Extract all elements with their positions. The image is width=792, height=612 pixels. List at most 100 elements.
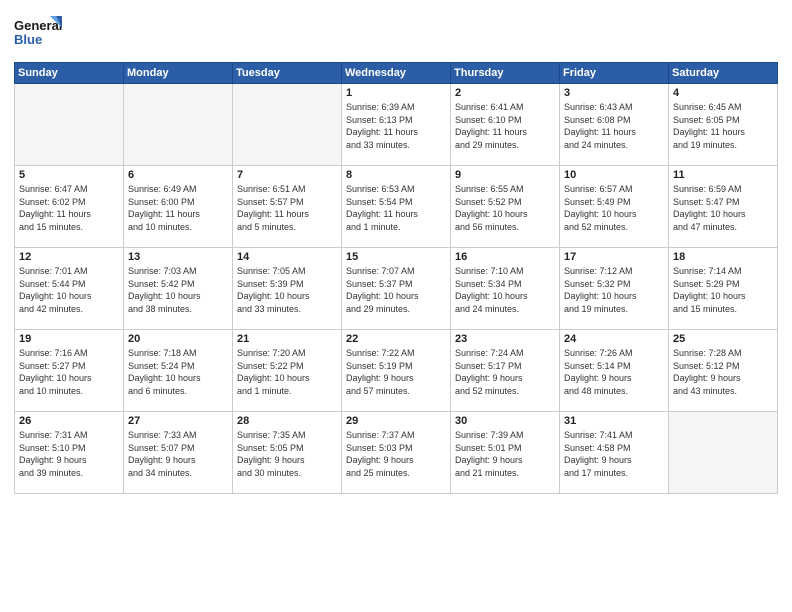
calendar-cell: 9Sunrise: 6:55 AM Sunset: 5:52 PM Daylig… [451, 166, 560, 248]
day-info: Sunrise: 7:41 AM Sunset: 4:58 PM Dayligh… [564, 429, 664, 479]
calendar-cell: 15Sunrise: 7:07 AM Sunset: 5:37 PM Dayli… [342, 248, 451, 330]
day-info: Sunrise: 6:43 AM Sunset: 6:08 PM Dayligh… [564, 101, 664, 151]
day-number: 6 [128, 169, 228, 181]
weekday-header-sunday: Sunday [15, 63, 124, 84]
day-number: 2 [455, 87, 555, 99]
day-number: 30 [455, 415, 555, 427]
weekday-header-thursday: Thursday [451, 63, 560, 84]
day-number: 19 [19, 333, 119, 345]
logo-svg: GeneralBlue [14, 14, 64, 54]
calendar-cell: 29 Sunrise: 7:37 AM Sunset: 5:03 PM Dayli… [342, 412, 451, 494]
week-row-4: 19 Sunrise: 7:16 AM Sunset: 5:27 PM Dayli… [15, 330, 778, 412]
calendar-cell [669, 412, 778, 494]
calendar-cell: 17 Sunrise: 7:12 AM Sunset: 5:32 PM Dayli… [560, 248, 669, 330]
day-number: 8 [346, 169, 446, 181]
calendar-cell: 26Sunrise: 7:31 AM Sunset: 5:10 PM Dayli… [15, 412, 124, 494]
day-number: 4 [673, 87, 773, 99]
calendar-cell: 7 Sunrise: 6:51 AM Sunset: 5:57 PM Daylig… [233, 166, 342, 248]
day-info: Sunrise: 7:35 AM Sunset: 5:05 PM Dayligh… [237, 429, 337, 479]
calendar-cell: 18 Sunrise: 7:14 AM Sunset: 5:29 PM Dayli… [669, 248, 778, 330]
calendar-table: SundayMondayTuesdayWednesdayThursdayFrid… [14, 62, 778, 494]
header: GeneralBlue [14, 10, 778, 54]
calendar-cell: 16 Sunrise: 7:10 AM Sunset: 5:34 PM Dayli… [451, 248, 560, 330]
day-number: 29 [346, 415, 446, 427]
calendar-cell: 1Sunrise: 6:39 AM Sunset: 6:13 PM Daylig… [342, 84, 451, 166]
day-number: 11 [673, 169, 773, 181]
day-number: 7 [237, 169, 337, 181]
day-number: 1 [346, 87, 446, 99]
day-number: 14 [237, 251, 337, 263]
day-number: 17 [564, 251, 664, 263]
day-number: 27 [128, 415, 228, 427]
day-info: Sunrise: 7:26 AM Sunset: 5:14 PM Dayligh… [564, 347, 664, 397]
day-info: Sunrise: 6:53 AM Sunset: 5:54 PM Dayligh… [346, 183, 446, 233]
calendar-cell [124, 84, 233, 166]
day-info: Sunrise: 7:16 AM Sunset: 5:27 PM Dayligh… [19, 347, 119, 397]
day-info: Sunrise: 7:20 AM Sunset: 5:22 PM Dayligh… [237, 347, 337, 397]
calendar-cell: 10 Sunrise: 6:57 AM Sunset: 5:49 PM Dayli… [560, 166, 669, 248]
calendar-cell: 6 Sunrise: 6:49 AM Sunset: 6:00 PM Daylig… [124, 166, 233, 248]
day-number: 5 [19, 169, 119, 181]
calendar-cell: 24Sunrise: 7:26 AM Sunset: 5:14 PM Dayli… [560, 330, 669, 412]
calendar-cell: 22Sunrise: 7:22 AM Sunset: 5:19 PM Dayli… [342, 330, 451, 412]
calendar-cell: 20 Sunrise: 7:18 AM Sunset: 5:24 PM Dayli… [124, 330, 233, 412]
weekday-header-row: SundayMondayTuesdayWednesdayThursdayFrid… [15, 63, 778, 84]
day-info: Sunrise: 6:59 AM Sunset: 5:47 PM Dayligh… [673, 183, 773, 233]
day-info: Sunrise: 7:33 AM Sunset: 5:07 PM Dayligh… [128, 429, 228, 479]
weekday-header-wednesday: Wednesday [342, 63, 451, 84]
calendar-cell: 21 Sunrise: 7:20 AM Sunset: 5:22 PM Dayli… [233, 330, 342, 412]
day-number: 9 [455, 169, 555, 181]
day-info: Sunrise: 7:12 AM Sunset: 5:32 PM Dayligh… [564, 265, 664, 315]
calendar-cell [233, 84, 342, 166]
day-info: Sunrise: 7:31 AM Sunset: 5:10 PM Dayligh… [19, 429, 119, 479]
calendar-cell: 4Sunrise: 6:45 AM Sunset: 6:05 PM Daylig… [669, 84, 778, 166]
calendar-cell: 27 Sunrise: 7:33 AM Sunset: 5:07 PM Dayli… [124, 412, 233, 494]
day-number: 18 [673, 251, 773, 263]
weekday-header-monday: Monday [124, 63, 233, 84]
day-info: Sunrise: 7:37 AM Sunset: 5:03 PM Dayligh… [346, 429, 446, 479]
day-number: 16 [455, 251, 555, 263]
day-number: 31 [564, 415, 664, 427]
day-info: Sunrise: 7:28 AM Sunset: 5:12 PM Dayligh… [673, 347, 773, 397]
day-number: 10 [564, 169, 664, 181]
day-info: Sunrise: 6:41 AM Sunset: 6:10 PM Dayligh… [455, 101, 555, 151]
day-info: Sunrise: 6:47 AM Sunset: 6:02 PM Dayligh… [19, 183, 119, 233]
calendar-cell: 28Sunrise: 7:35 AM Sunset: 5:05 PM Dayli… [233, 412, 342, 494]
calendar-cell: 3 Sunrise: 6:43 AM Sunset: 6:08 PM Daylig… [560, 84, 669, 166]
page: GeneralBlue SundayMondayTuesdayWednesday… [0, 0, 792, 612]
week-row-3: 12Sunrise: 7:01 AM Sunset: 5:44 PM Dayli… [15, 248, 778, 330]
svg-text:Blue: Blue [14, 32, 42, 47]
day-info: Sunrise: 7:05 AM Sunset: 5:39 PM Dayligh… [237, 265, 337, 315]
day-info: Sunrise: 7:22 AM Sunset: 5:19 PM Dayligh… [346, 347, 446, 397]
week-row-1: 1Sunrise: 6:39 AM Sunset: 6:13 PM Daylig… [15, 84, 778, 166]
calendar-cell: 23 Sunrise: 7:24 AM Sunset: 5:17 PM Dayli… [451, 330, 560, 412]
calendar-cell [15, 84, 124, 166]
day-number: 12 [19, 251, 119, 263]
day-info: Sunrise: 7:14 AM Sunset: 5:29 PM Dayligh… [673, 265, 773, 315]
day-number: 20 [128, 333, 228, 345]
day-info: Sunrise: 7:18 AM Sunset: 5:24 PM Dayligh… [128, 347, 228, 397]
day-info: Sunrise: 6:51 AM Sunset: 5:57 PM Dayligh… [237, 183, 337, 233]
day-number: 15 [346, 251, 446, 263]
day-info: Sunrise: 6:57 AM Sunset: 5:49 PM Dayligh… [564, 183, 664, 233]
logo: GeneralBlue [14, 14, 64, 54]
day-info: Sunrise: 7:24 AM Sunset: 5:17 PM Dayligh… [455, 347, 555, 397]
day-number: 3 [564, 87, 664, 99]
day-info: Sunrise: 7:10 AM Sunset: 5:34 PM Dayligh… [455, 265, 555, 315]
day-number: 25 [673, 333, 773, 345]
calendar-cell: 19 Sunrise: 7:16 AM Sunset: 5:27 PM Dayli… [15, 330, 124, 412]
calendar-cell: 30 Sunrise: 7:39 AM Sunset: 5:01 PM Dayli… [451, 412, 560, 494]
week-row-5: 26Sunrise: 7:31 AM Sunset: 5:10 PM Dayli… [15, 412, 778, 494]
weekday-header-saturday: Saturday [669, 63, 778, 84]
day-number: 21 [237, 333, 337, 345]
calendar-cell: 25 Sunrise: 7:28 AM Sunset: 5:12 PM Dayli… [669, 330, 778, 412]
calendar-cell: 11 Sunrise: 6:59 AM Sunset: 5:47 PM Dayli… [669, 166, 778, 248]
calendar-cell: 13Sunrise: 7:03 AM Sunset: 5:42 PM Dayli… [124, 248, 233, 330]
calendar-cell: 12Sunrise: 7:01 AM Sunset: 5:44 PM Dayli… [15, 248, 124, 330]
day-info: Sunrise: 6:49 AM Sunset: 6:00 PM Dayligh… [128, 183, 228, 233]
calendar-cell: 8 Sunrise: 6:53 AM Sunset: 5:54 PM Daylig… [342, 166, 451, 248]
day-number: 23 [455, 333, 555, 345]
day-info: Sunrise: 7:39 AM Sunset: 5:01 PM Dayligh… [455, 429, 555, 479]
weekday-header-tuesday: Tuesday [233, 63, 342, 84]
calendar-cell: 5 Sunrise: 6:47 AM Sunset: 6:02 PM Daylig… [15, 166, 124, 248]
